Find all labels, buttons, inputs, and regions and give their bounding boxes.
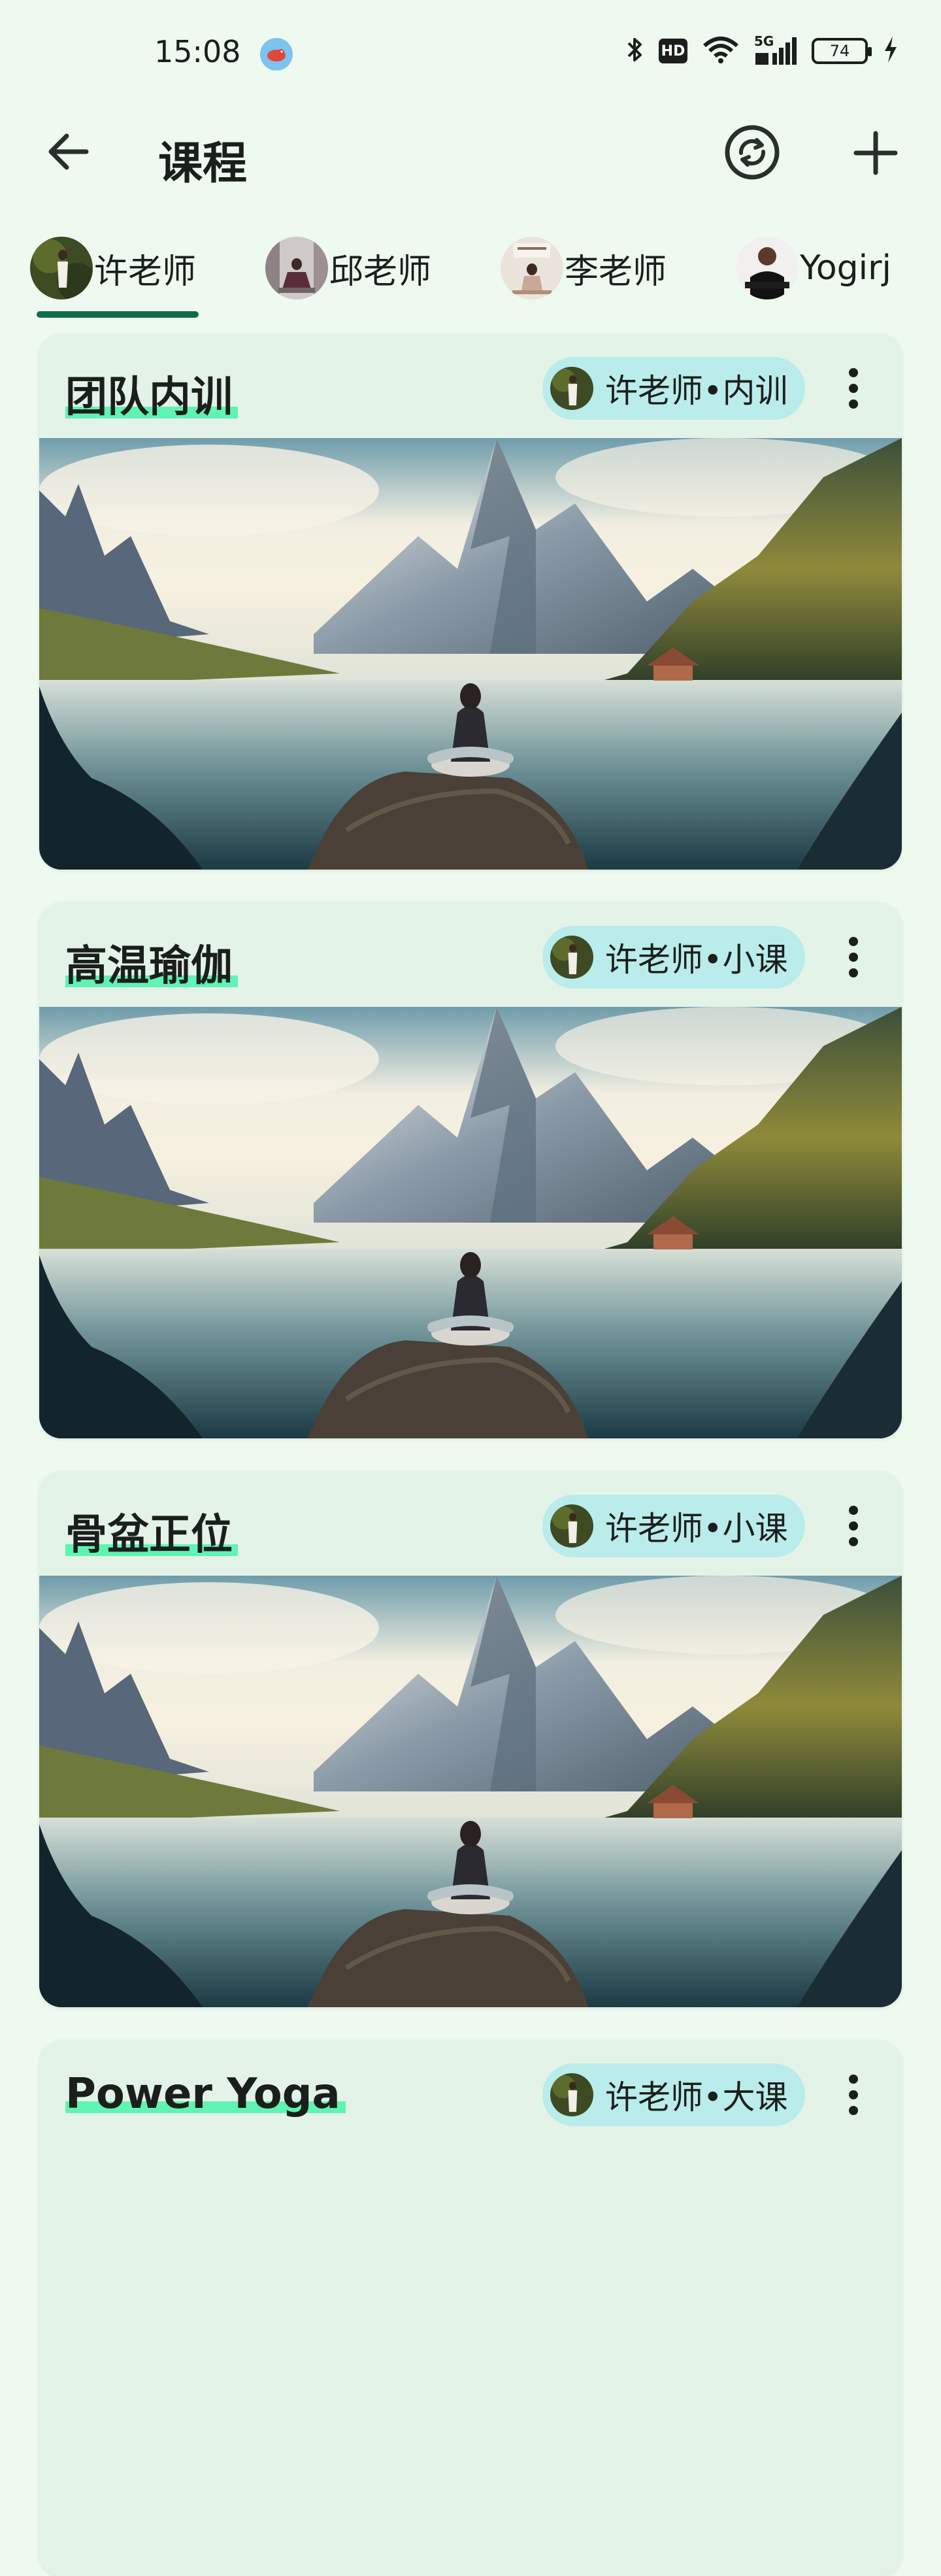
tab-teacher-qiu[interactable]: 邱老师 [265,229,431,307]
chip-label: 许老师•小课 [605,1510,788,1548]
course-cover-image [39,1576,902,2007]
tab-label: Yogirj [800,248,891,288]
chip-label: 许老师•小课 [605,941,788,979]
avatar [550,367,593,410]
course-teacher-chip[interactable]: 许老师•小课 [542,926,805,989]
tab-teacher-xu[interactable]: 许老师 [30,229,196,307]
notification-app-icon [260,38,293,71]
sync-icon [725,125,780,180]
page-title: 课程 [158,138,248,190]
sync-button[interactable] [723,123,782,182]
course-title: 团队内训 [63,364,238,424]
signal-icon: 5G [754,33,797,66]
course-card[interactable]: Power Yoga 许老师•大课 [39,2040,902,2576]
chip-label: 许老师•大课 [605,2078,788,2116]
avatar [736,237,799,299]
avatar [550,936,593,979]
wifi-icon [702,35,740,67]
tab-teacher-yogirj[interactable]: Yogirj [736,229,891,307]
course-card[interactable]: 高温瑜伽 许老师•小课 [39,902,902,1438]
arrow-left-icon [48,133,89,170]
bluetooth-icon [625,35,644,67]
app-bar: 课程 [0,111,941,190]
battery-indicator: 74 [812,38,872,64]
course-card[interactable]: 团队内训 许老师•内训 [39,333,902,870]
tab-teacher-li[interactable]: 李老师 [501,229,667,307]
teacher-tabs: 许老师 邱老师 李老师 Yogirj [0,229,941,320]
course-title: 骨盆正位 [63,1501,238,1561]
avatar [30,237,93,299]
avatar [501,237,563,299]
course-cover-image [39,438,902,870]
course-teacher-chip[interactable]: 许老师•内训 [542,357,805,420]
tab-indicator [37,311,199,318]
course-cover-image [39,1007,902,1438]
more-options-button[interactable] [834,2069,873,2121]
tab-label: 李老师 [565,252,667,292]
plus-icon [853,131,898,175]
add-course-button[interactable] [850,127,902,179]
course-title: 高温瑜伽 [63,932,238,992]
more-options-button[interactable] [834,362,873,415]
tab-label: 许老师 [94,252,197,292]
chip-label: 许老师•内训 [605,372,788,410]
avatar [550,1504,593,1548]
charging-icon [882,35,899,67]
more-options-button[interactable] [834,931,873,983]
tab-label: 邱老师 [329,252,432,292]
course-card[interactable]: 骨盆正位 许老师•小课 [39,1471,902,2007]
avatar [550,2073,593,2116]
more-options-button[interactable] [834,1500,873,1552]
avatar [265,237,328,299]
status-time: 15:08 [154,34,241,69]
course-teacher-chip[interactable]: 许老师•小课 [542,1495,805,1557]
hd-badge: HD [659,39,687,63]
back-button[interactable] [43,126,95,178]
course-title: Power Yoga [63,2070,346,2118]
status-bar: 15:08 HD 5G 74 [0,0,941,111]
course-teacher-chip[interactable]: 许老师•大课 [542,2063,805,2126]
